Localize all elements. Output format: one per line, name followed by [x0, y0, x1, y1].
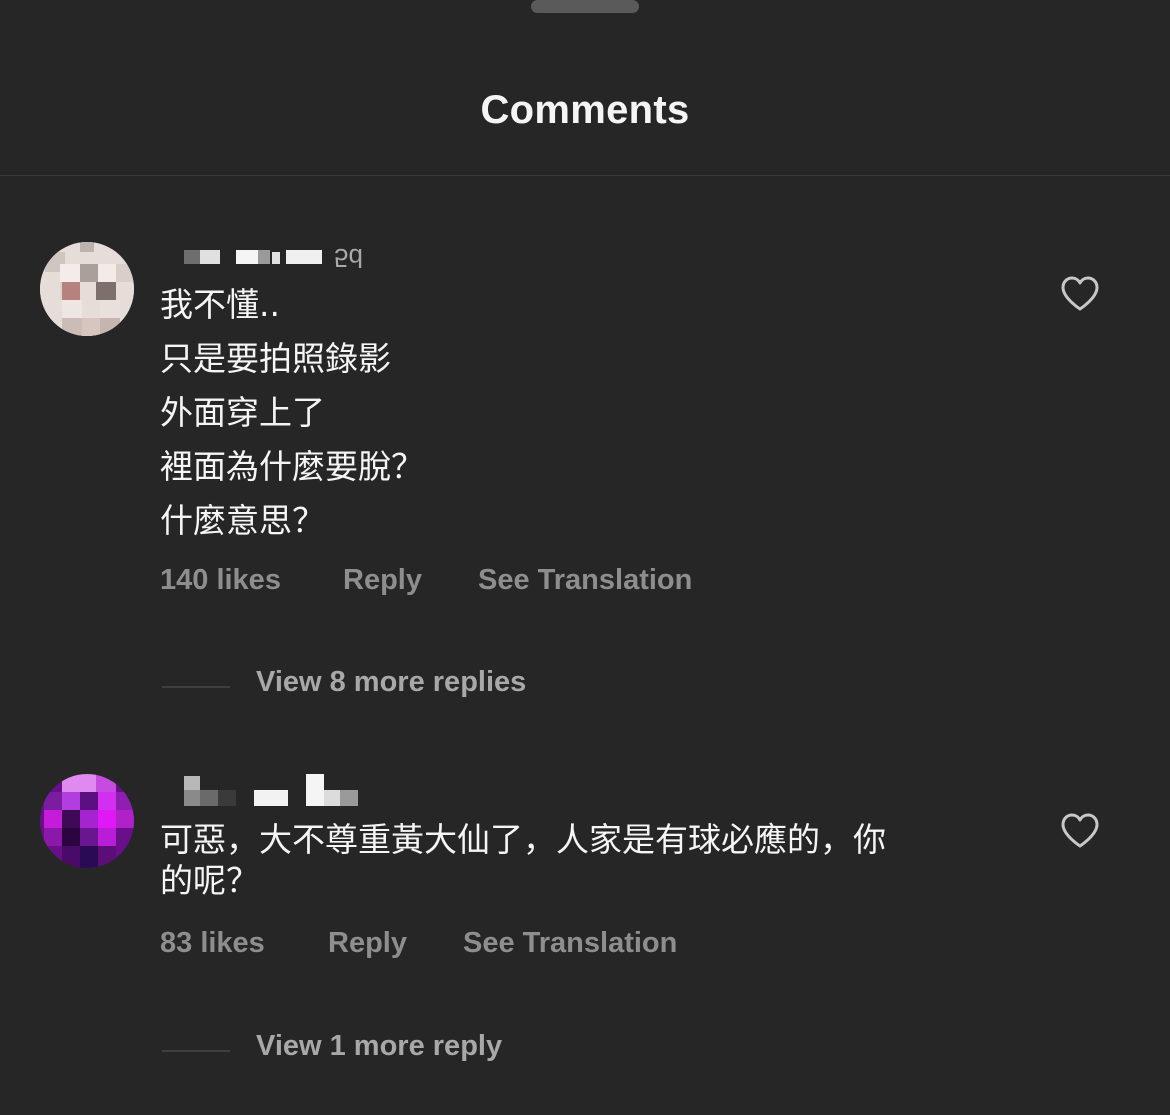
header-divider: [0, 175, 1170, 176]
comment-line: 外面穿上了: [160, 393, 325, 432]
comment-line: 可惡，大不尊重黃大仙了，人家是有球必應的，你: [160, 820, 886, 859]
sheet-drag-handle[interactable]: [531, 0, 639, 13]
reply-button[interactable]: Reply: [343, 564, 422, 597]
comment-line: 裡面為什麼要脫？: [160, 447, 424, 486]
comment-body: 我不懂.. 只是要拍照錄影 外面穿上了 裡面為什麼要脫？ 什麼意思？: [160, 278, 980, 548]
see-translation-button[interactable]: See Translation: [478, 564, 692, 597]
username-and-age[interactable]: 5d: [160, 243, 400, 273]
avatar[interactable]: [40, 774, 134, 868]
comment-actions: 140 likes Reply See Translation: [160, 564, 860, 604]
view-more-replies[interactable]: View 1 more reply: [160, 1030, 580, 1070]
view-more-replies[interactable]: View 8 more replies: [160, 666, 620, 706]
comment-line: 我不懂..: [160, 285, 280, 324]
comment-body: 可惡，大不尊重黃大仙了，人家是有球必應的，你 的呢？: [160, 814, 980, 900]
comment-line: 什麼意思？: [160, 501, 325, 540]
comment-line: 的呢？: [160, 861, 259, 900]
replies-rule: [162, 1050, 230, 1052]
comment-age: 5d: [334, 243, 363, 273]
comment-line: 只是要拍照錄影: [160, 339, 391, 378]
username-redacted[interactable]: [160, 774, 380, 806]
view-replies-label: View 8 more replies: [256, 666, 527, 698]
see-translation-button[interactable]: See Translation: [463, 927, 677, 960]
view-replies-label: View 1 more reply: [256, 1030, 503, 1062]
heart-outline-icon[interactable]: [1060, 813, 1100, 849]
replies-rule: [162, 686, 230, 688]
username-redacted[interactable]: [184, 250, 200, 264]
comment-actions: 83 likes Reply See Translation: [160, 927, 860, 967]
likes-count[interactable]: 83 likes: [160, 927, 265, 960]
avatar[interactable]: [40, 242, 134, 336]
sheet-title: Comments: [480, 88, 690, 132]
reply-button[interactable]: Reply: [328, 927, 407, 960]
likes-count[interactable]: 140 likes: [160, 564, 281, 597]
heart-outline-icon[interactable]: [1060, 276, 1100, 312]
